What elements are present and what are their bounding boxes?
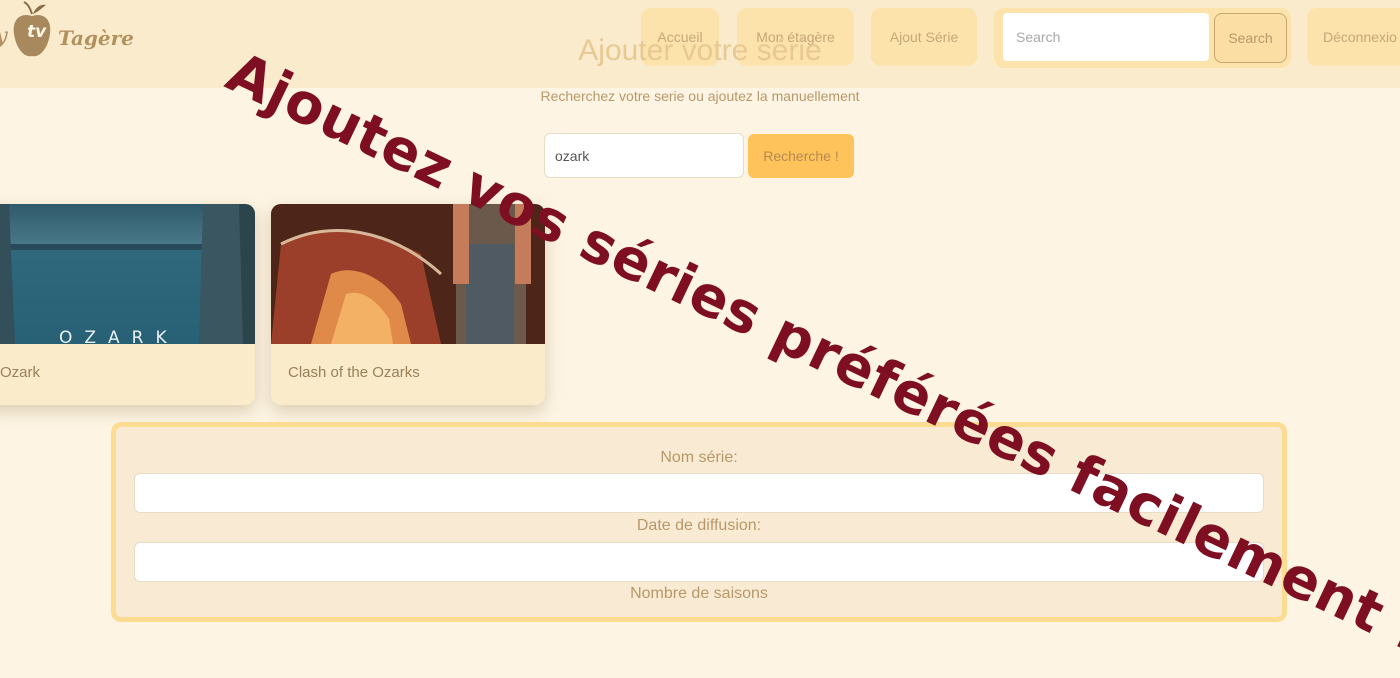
result-title: Clash of the Ozarks <box>288 364 420 381</box>
seasons-count-label: Nombre de saisons <box>630 585 768 602</box>
series-search-input[interactable]: ozark <box>544 133 744 178</box>
poster-title-text: OZARK <box>59 328 179 348</box>
result-card[interactable]: OZARK Ozark <box>0 204 255 405</box>
release-date-field[interactable] <box>134 542 1264 582</box>
series-search-button[interactable]: Recherche ! <box>748 134 854 178</box>
page-subtitle: Recherchez votre serie ou ajoutez la man… <box>540 88 860 104</box>
lake-scene-image <box>0 204 255 344</box>
page-title: Ajouter votre série <box>578 34 822 67</box>
result-title: Ozark <box>0 364 41 381</box>
